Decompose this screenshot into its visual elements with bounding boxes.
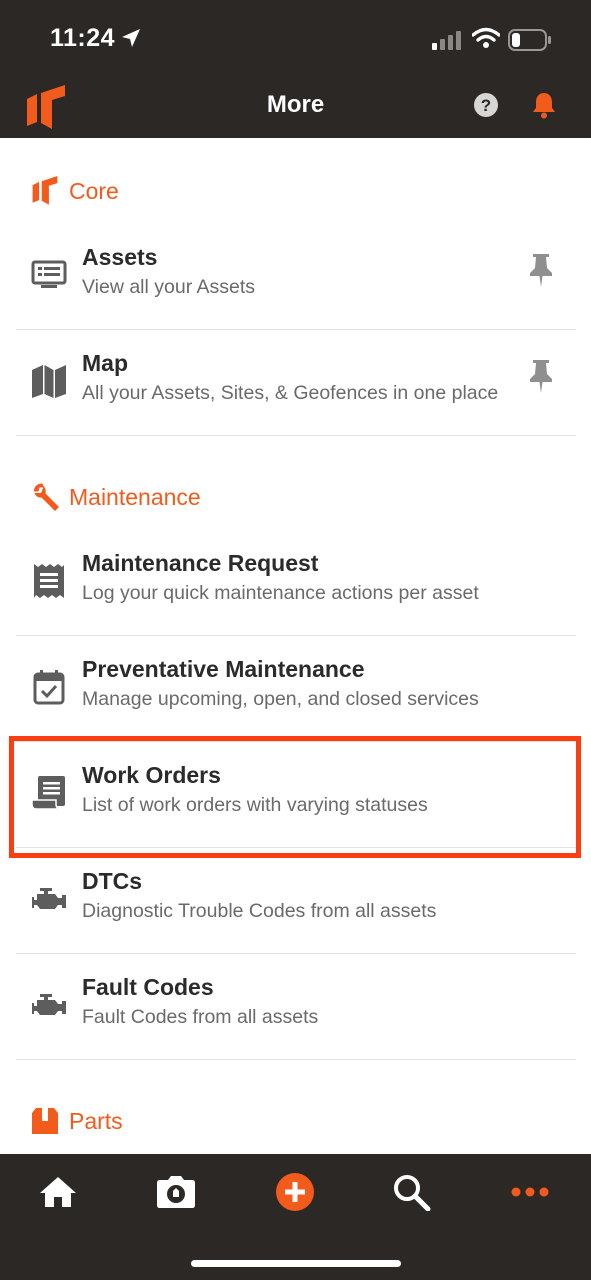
tab-camera[interactable] <box>146 1172 206 1216</box>
location-arrow-icon <box>121 28 141 53</box>
menu-item-preventative-maintenance[interactable]: Preventative Maintenance Manage upcoming… <box>16 636 576 742</box>
section-header-core: Core <box>30 174 119 208</box>
notification-bell-icon[interactable] <box>531 91 557 124</box>
battery-icon <box>508 28 552 57</box>
status-time: 11:24 <box>50 24 116 52</box>
highlight-box <box>9 736 581 858</box>
wrench-icon <box>30 482 60 512</box>
menu-item-subtitle: Log your quick maintenance actions per a… <box>82 582 479 604</box>
menu-item-title: Maintenance Request <box>82 550 319 576</box>
cellular-signal-icon <box>432 30 462 55</box>
more-icon <box>510 1185 550 1203</box>
more-menu-list[interactable]: Core Assets View all your Assets Map All… <box>0 138 591 1154</box>
help-icon[interactable]: ? <box>473 92 499 123</box>
menu-item-map[interactable]: Map All your Assets, Sites, & Geofences … <box>16 330 576 436</box>
engine-icon <box>30 986 68 1024</box>
add-icon <box>275 1172 315 1217</box>
receipt-icon <box>30 562 68 600</box>
status-bar: 11:24 <box>0 0 591 80</box>
menu-item-title: Fault Codes <box>82 974 214 1000</box>
menu-item-maintenance-request[interactable]: Maintenance Request Log your quick maint… <box>16 530 576 636</box>
menu-item-assets[interactable]: Assets View all your Assets <box>16 224 576 330</box>
section-header-maintenance: Maintenance <box>30 480 201 514</box>
home-icon <box>38 1175 78 1214</box>
menu-item-subtitle: All your Assets, Sites, & Geofences in o… <box>82 382 499 404</box>
tab-home[interactable] <box>28 1172 88 1216</box>
pin-icon[interactable] <box>526 358 556 399</box>
section-label: Parts <box>69 1107 123 1134</box>
menu-item-subtitle: View all your Assets <box>82 276 256 298</box>
menu-item-subtitle: Diagnostic Trouble Codes from all assets <box>82 900 437 922</box>
menu-item-dtcs[interactable]: DTCs Diagnostic Trouble Codes from all a… <box>16 848 576 954</box>
tab-more[interactable] <box>500 1172 560 1216</box>
section-header-parts: Parts <box>30 1104 123 1138</box>
section-label: Core <box>69 177 119 204</box>
menu-item-title: Preventative Maintenance <box>82 656 365 682</box>
wifi-icon <box>471 27 501 54</box>
calendar-check-icon <box>30 668 68 706</box>
tab-add[interactable] <box>265 1172 325 1216</box>
svg-text:?: ? <box>481 96 491 115</box>
home-indicator[interactable] <box>191 1260 401 1267</box>
brand-logo-icon <box>30 176 60 206</box>
engine-icon <box>30 880 68 918</box>
box-icon <box>30 1106 60 1136</box>
pin-icon[interactable] <box>526 252 556 293</box>
menu-item-title: Map <box>82 350 128 376</box>
tab-search[interactable] <box>382 1172 442 1216</box>
map-icon <box>30 362 68 400</box>
menu-item-fault-codes[interactable]: Fault Codes Fault Codes from all assets <box>16 954 576 1060</box>
nav-bar: More ? <box>0 80 591 138</box>
menu-item-subtitle: Fault Codes from all assets <box>82 1006 319 1028</box>
monitor-list-icon <box>30 256 68 294</box>
camera-icon <box>156 1175 196 1214</box>
menu-item-subtitle: Manage upcoming, open, and closed servic… <box>82 688 479 710</box>
menu-item-title: DTCs <box>82 868 143 894</box>
section-label: Maintenance <box>69 483 201 510</box>
page-title: More <box>266 91 325 118</box>
menu-item-title: Assets <box>82 244 158 270</box>
search-icon <box>392 1173 432 1216</box>
